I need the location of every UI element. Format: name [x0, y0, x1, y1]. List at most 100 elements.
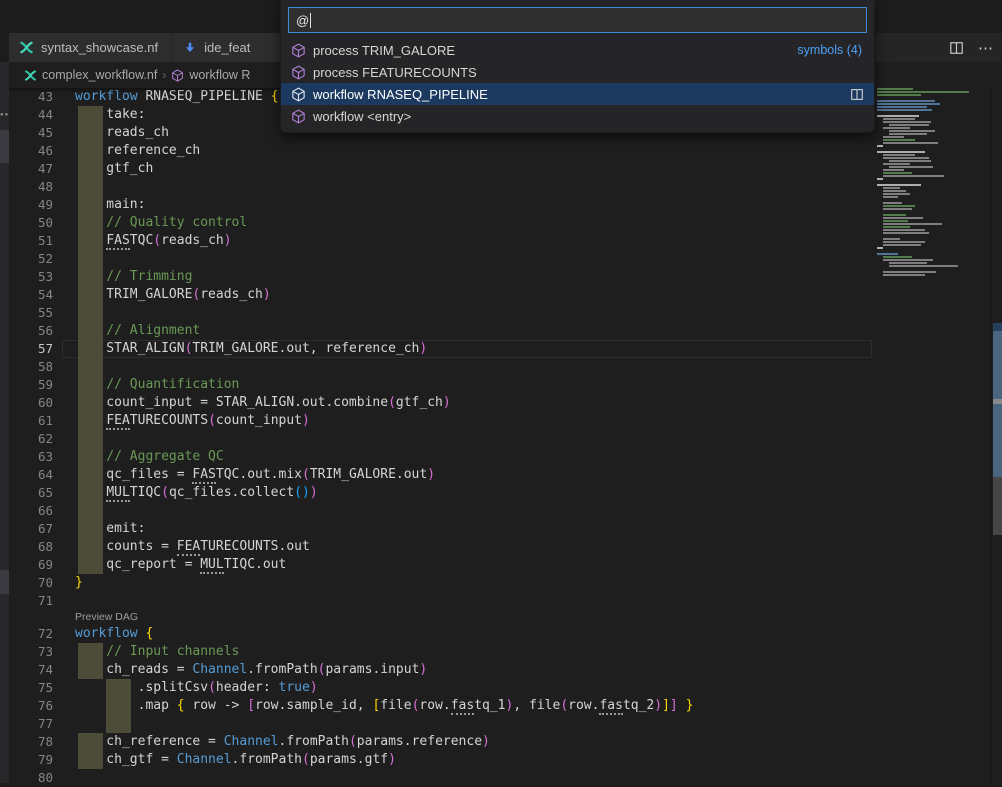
line-number: 49: [9, 196, 53, 214]
code-line[interactable]: 67 emit:: [9, 520, 873, 538]
symbol-cube-icon: [291, 109, 306, 124]
line-number: 48: [9, 178, 53, 196]
code-line[interactable]: 57 STAR_ALIGN(TRIM_GALORE.out, reference…: [9, 340, 873, 358]
sidebar-handle[interactable]: [0, 130, 9, 163]
indent-guide-block: [78, 304, 103, 322]
breadcrumb-symbol[interactable]: workflow R: [189, 68, 250, 82]
code-text: qc_report = MULTIQC.out: [75, 556, 286, 574]
line-number: 80: [9, 769, 53, 787]
code-text: // Alignment: [75, 322, 200, 340]
code-line[interactable]: 53 // Trimming: [9, 268, 873, 286]
text-cursor: [310, 13, 311, 28]
scrollbar-thumb-lower[interactable]: [993, 477, 1002, 535]
codelens-preview-dag[interactable]: Preview DAG: [75, 611, 138, 623]
line-number: 59: [9, 376, 53, 394]
code-line[interactable]: 66: [9, 502, 873, 520]
line-number: 47: [9, 160, 53, 178]
line-number: 66: [9, 502, 53, 520]
split-editor-icon[interactable]: [949, 41, 964, 55]
code-text: counts = FEATURECOUNTS.out: [75, 538, 310, 556]
more-actions-icon[interactable]: ⋯: [978, 39, 994, 57]
line-number: 76: [9, 697, 53, 715]
code-line[interactable]: 46 reference_ch: [9, 142, 873, 160]
line-number: 78: [9, 733, 53, 751]
code-text: TRIM_GALORE(reads_ch): [75, 286, 271, 304]
code-line[interactable]: 69 qc_report = MULTIQC.out: [9, 556, 873, 574]
quick-open-item[interactable]: workflow RNASEQ_PIPELINE: [281, 83, 874, 105]
indent-guide-block: [78, 358, 103, 376]
quick-open-item-label: workflow RNASEQ_PIPELINE: [313, 87, 488, 102]
symbols-count-link[interactable]: symbols (4): [797, 43, 862, 57]
code-line[interactable]: 59 // Quantification: [9, 376, 873, 394]
code-line[interactable]: 80: [9, 769, 873, 787]
line-number: 60: [9, 394, 53, 412]
line-number: 63: [9, 448, 53, 466]
code-line[interactable]: 52: [9, 250, 873, 268]
tab-label: syntax_showcase.nf: [41, 40, 158, 55]
quick-open-item[interactable]: workflow <entry>: [281, 105, 874, 127]
code-line[interactable]: 51 FASTQC(reads_ch): [9, 232, 873, 250]
code-line[interactable]: 54 TRIM_GALORE(reads_ch): [9, 286, 873, 304]
code-editor[interactable]: 43workflow RNASEQ_PIPELINE {44 take:45 r…: [9, 88, 873, 783]
line-number: 45: [9, 124, 53, 142]
code-line[interactable]: 63 // Aggregate QC: [9, 448, 873, 466]
code-line[interactable]: 65 MULTIQC(qc_files.collect()): [9, 484, 873, 502]
indent-guide-block: [78, 502, 103, 520]
code-line[interactable]: 77: [9, 715, 873, 733]
code-line[interactable]: 55: [9, 304, 873, 322]
code-line[interactable]: 74 ch_reads = Channel.fromPath(params.in…: [9, 661, 873, 679]
code-line[interactable]: 73 // Input channels: [9, 643, 873, 661]
line-number: 52: [9, 250, 53, 268]
breadcrumb-file[interactable]: complex_workflow.nf: [42, 68, 157, 82]
code-line[interactable]: 78 ch_reference = Channel.fromPath(param…: [9, 733, 873, 751]
code-line[interactable]: 62: [9, 430, 873, 448]
tab-ide-features[interactable]: ide_feat: [173, 33, 293, 62]
sidebar-handle[interactable]: [0, 570, 9, 594]
code-text: .map { row -> [row.sample_id, [file(row.…: [75, 697, 693, 715]
minimap[interactable]: [873, 88, 992, 783]
code-line[interactable]: 58: [9, 358, 873, 376]
code-line[interactable]: 75 .splitCsv(header: true): [9, 679, 873, 697]
code-line[interactable]: 56 // Alignment: [9, 322, 873, 340]
code-line[interactable]: 79 ch_gtf = Channel.fromPath(params.gtf): [9, 751, 873, 769]
code-line[interactable]: 61 FEATURECOUNTS(count_input): [9, 412, 873, 430]
code-text: count_input = STAR_ALIGN.out.combine(gtf…: [75, 394, 451, 412]
quick-open-widget: @ process TRIM_GALORE symbols (4) proces…: [280, 0, 875, 133]
line-number: 72: [9, 625, 53, 643]
line-number: 44: [9, 106, 53, 124]
code-text: main:: [75, 196, 145, 214]
code-line[interactable]: 48: [9, 178, 873, 196]
quick-open-input[interactable]: @: [288, 7, 867, 33]
nextflow-icon: [24, 69, 37, 82]
code-line[interactable]: 49 main:: [9, 196, 873, 214]
code-line[interactable]: 50 // Quality control: [9, 214, 873, 232]
tab-label: ide_feat: [204, 40, 250, 55]
code-line[interactable]: 71: [9, 592, 873, 610]
code-line[interactable]: 64 qc_files = FASTQC.out.mix(TRIM_GALORE…: [9, 466, 873, 484]
editor-actions: ⋯: [949, 33, 994, 62]
overview-decoration: [993, 323, 1002, 331]
code-line[interactable]: 72 workflow {: [9, 625, 873, 643]
quick-open-item[interactable]: process TRIM_GALORE symbols (4): [281, 39, 874, 61]
code-line[interactable]: 47 gtf_ch: [9, 160, 873, 178]
code-line[interactable]: 60 count_input = STAR_ALIGN.out.combine(…: [9, 394, 873, 412]
line-number: 58: [9, 358, 53, 376]
code-line[interactable]: 70}: [9, 574, 873, 592]
code-text: workflow {: [75, 625, 153, 643]
collapsed-sidebar-strip[interactable]: ●●●: [0, 62, 9, 783]
line-number: 57: [9, 340, 53, 358]
line-number: 68: [9, 538, 53, 556]
split-editor-icon[interactable]: [850, 88, 864, 101]
line-number: 65: [9, 484, 53, 502]
scrollbar-thumb[interactable]: [993, 331, 1002, 477]
quick-open-item-label: process TRIM_GALORE: [313, 43, 455, 58]
line-number: 53: [9, 268, 53, 286]
codelens: Preview DAG: [9, 610, 873, 625]
code-line[interactable]: 68 counts = FEATURECOUNTS.out: [9, 538, 873, 556]
quick-open-item[interactable]: process FEATURECOUNTS: [281, 61, 874, 83]
tab-syntax-showcase[interactable]: syntax_showcase.nf: [9, 33, 172, 62]
line-number: 73: [9, 643, 53, 661]
code-line[interactable]: 76 .map { row -> [row.sample_id, [file(r…: [9, 697, 873, 715]
code-text: .splitCsv(header: true): [75, 679, 318, 697]
indent-guide-block: [78, 250, 103, 268]
